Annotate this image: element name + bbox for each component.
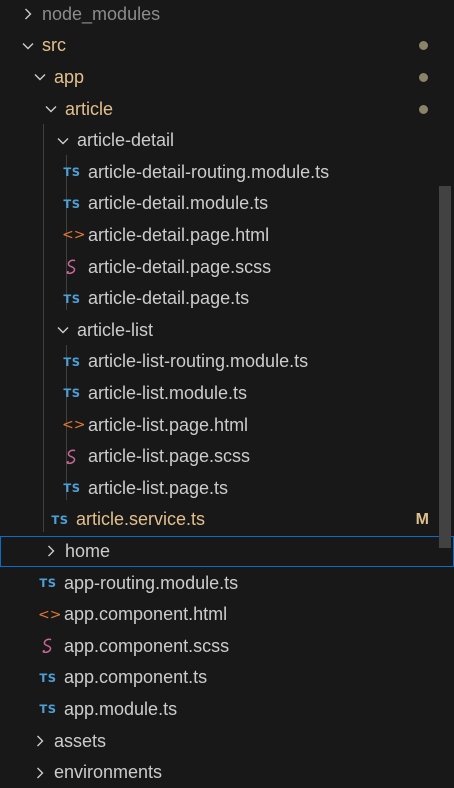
- item-label: app.module.ts: [64, 698, 178, 719]
- git-modified-badge: M: [415, 510, 429, 528]
- file-item[interactable]: TS app-routing.module.ts: [0, 567, 454, 599]
- file-item[interactable]: TS app.component.ts: [0, 662, 454, 694]
- typescript-file-icon: TS: [39, 670, 57, 685]
- typescript-file-icon: TS: [63, 386, 81, 401]
- folder-item[interactable]: app: [0, 62, 454, 94]
- sass-file-icon: [62, 448, 82, 466]
- file-item[interactable]: <> article-detail.page.html: [0, 220, 454, 252]
- typescript-file-icon: TS: [63, 196, 81, 211]
- item-label: article-list.page.html: [88, 414, 249, 435]
- item-label: article-detail: [77, 130, 175, 151]
- file-item[interactable]: <> app.component.html: [0, 599, 454, 631]
- item-label: app.component.scss: [64, 635, 230, 656]
- typescript-file-icon: TS: [63, 165, 81, 180]
- modified-dot-icon: [419, 104, 428, 114]
- chevron-right-icon[interactable]: [43, 543, 59, 559]
- chevron-down-icon[interactable]: [20, 38, 36, 54]
- file-item[interactable]: app.component.scss: [0, 631, 454, 663]
- folder-item[interactable]: assets: [0, 725, 454, 757]
- folder-item[interactable]: home: [0, 535, 454, 568]
- item-label: article: [65, 98, 114, 119]
- file-item[interactable]: article-list.page.scss: [0, 441, 454, 473]
- modified-dot-icon: [419, 41, 428, 51]
- item-label: environments: [54, 762, 163, 783]
- item-label: article-list: [77, 319, 154, 340]
- item-label: app-routing.module.ts: [64, 572, 239, 593]
- item-label: article.service.ts: [76, 509, 206, 530]
- item-label: node_modules: [42, 3, 161, 24]
- folder-item[interactable]: article: [0, 93, 454, 125]
- file-item[interactable]: TS article-detail.module.ts: [0, 188, 454, 220]
- chevron-right-icon[interactable]: [32, 733, 48, 749]
- item-label: article-detail-routing.module.ts: [88, 161, 330, 182]
- chevron-right-icon[interactable]: [20, 6, 36, 22]
- chevron-right-icon[interactable]: [32, 765, 48, 781]
- item-label: assets: [54, 730, 107, 751]
- file-item[interactable]: TS article-detail-routing.module.ts: [0, 157, 454, 189]
- folder-item[interactable]: article-detail: [0, 125, 454, 157]
- item-label: src: [42, 35, 66, 56]
- item-label: article-list.page.scss: [88, 446, 251, 467]
- html-file-icon: <>: [62, 417, 86, 434]
- file-item[interactable]: <> article-list.page.html: [0, 409, 454, 441]
- typescript-file-icon: TS: [39, 702, 57, 717]
- folder-item[interactable]: environments: [0, 757, 454, 788]
- sass-file-icon: [62, 258, 82, 276]
- chevron-down-icon[interactable]: [55, 322, 71, 338]
- folder-item[interactable]: src: [0, 30, 454, 62]
- item-label: home: [65, 540, 111, 561]
- item-label: article-detail.page.ts: [88, 288, 250, 309]
- file-item[interactable]: TS article-detail.page.ts: [0, 283, 454, 315]
- file-item[interactable]: TS article.service.ts M: [0, 504, 454, 536]
- typescript-file-icon: TS: [63, 354, 81, 369]
- typescript-file-icon: TS: [63, 291, 81, 306]
- explorer-tree: node_modulessrc app article article-detail T…: [0, 0, 454, 787]
- html-file-icon: <>: [62, 227, 86, 244]
- item-label: app.component.html: [64, 604, 228, 625]
- item-label: article-list.page.ts: [88, 477, 229, 498]
- file-item[interactable]: TS app.module.ts: [0, 694, 454, 726]
- file-item[interactable]: article-detail.page.scss: [0, 251, 454, 283]
- folder-item[interactable]: node_modules: [0, 0, 454, 30]
- item-label: app.component.ts: [64, 667, 208, 688]
- item-label: article-list-routing.module.ts: [88, 351, 309, 372]
- item-label: article-detail.page.html: [88, 224, 270, 245]
- item-label: article-list.module.ts: [88, 382, 248, 403]
- file-item[interactable]: TS article-list-routing.module.ts: [0, 346, 454, 378]
- typescript-file-icon: TS: [63, 481, 81, 496]
- item-label: article-detail.page.scss: [88, 256, 272, 277]
- chevron-down-icon[interactable]: [43, 101, 59, 117]
- file-item[interactable]: TS article-list.module.ts: [0, 378, 454, 410]
- modified-dot-icon: [419, 72, 428, 82]
- html-file-icon: <>: [38, 606, 62, 623]
- folder-item[interactable]: article-list: [0, 315, 454, 347]
- chevron-down-icon[interactable]: [32, 69, 48, 85]
- file-item[interactable]: TS article-list.page.ts: [0, 473, 454, 505]
- typescript-file-icon: TS: [51, 512, 69, 527]
- item-label: article-detail.module.ts: [88, 193, 269, 214]
- chevron-down-icon[interactable]: [55, 133, 71, 149]
- scrollbar-thumb[interactable]: [439, 186, 451, 548]
- typescript-file-icon: TS: [39, 576, 57, 591]
- sass-file-icon: [38, 637, 58, 655]
- item-label: app: [54, 66, 85, 87]
